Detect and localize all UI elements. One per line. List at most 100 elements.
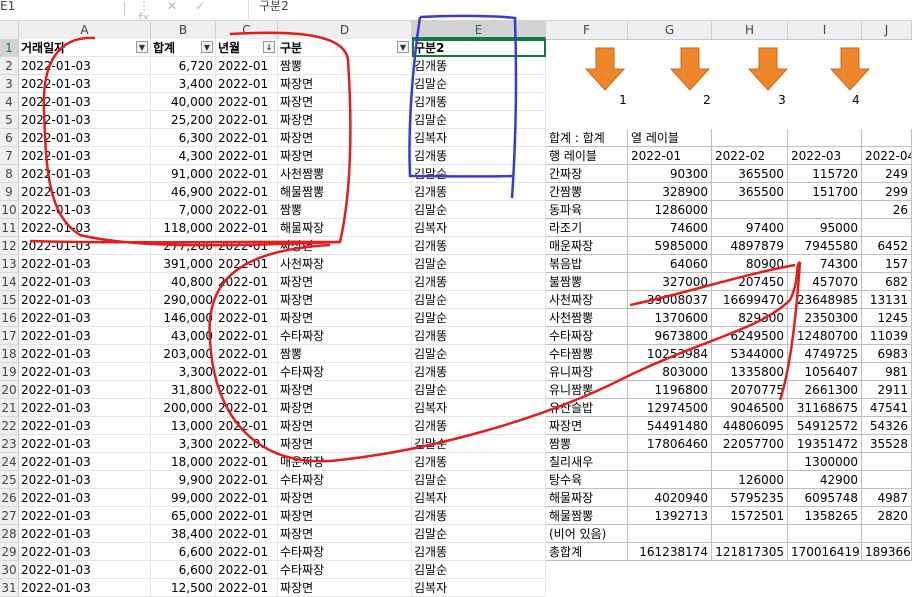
pivot-value[interactable]: 17806460 — [628, 435, 712, 453]
cell-d[interactable]: 수타짜장 — [278, 327, 412, 345]
cell-b[interactable]: 4,300 — [151, 147, 216, 165]
cell-c[interactable]: 2022-01 — [216, 75, 278, 93]
row-number[interactable]: 8 — [0, 165, 19, 183]
cell-d[interactable]: 짜장면 — [278, 111, 412, 129]
row-number[interactable]: 7 — [0, 147, 19, 165]
cell-e[interactable]: 김말순 — [412, 309, 546, 327]
cell-e[interactable]: 김개똥 — [412, 543, 546, 561]
cell-d[interactable]: 짜장면 — [278, 417, 412, 435]
pivot-grand-total-value[interactable]: 189366 — [862, 543, 912, 561]
cell-a[interactable]: 2022-01-03 — [19, 111, 151, 129]
cell-e[interactable]: 김개똥 — [412, 147, 546, 165]
cell-c[interactable]: 2022-01 — [216, 165, 278, 183]
row-number[interactable]: 29 — [0, 543, 19, 561]
cell-a[interactable]: 2022-01-03 — [19, 435, 151, 453]
pivot-value[interactable]: 7945580 — [788, 237, 862, 255]
cell-b[interactable]: 6,300 — [151, 129, 216, 147]
cell-b[interactable]: 18,000 — [151, 453, 216, 471]
cell-e[interactable]: 김말순 — [412, 345, 546, 363]
pivot-value[interactable]: 47541 — [862, 399, 912, 417]
cell-a[interactable]: 2022-01-03 — [19, 255, 151, 273]
cell-b[interactable]: 6,600 — [151, 561, 216, 579]
pivot-value[interactable]: 39008037 — [628, 291, 712, 309]
row-number[interactable]: 27 — [0, 507, 19, 525]
row-number[interactable]: 30 — [0, 561, 19, 579]
pivot-row-name[interactable]: 사천짜장 — [546, 291, 628, 309]
cell-b[interactable]: 7,000 — [151, 201, 216, 219]
cell-e[interactable]: 김말순 — [412, 435, 546, 453]
pivot-value[interactable]: 249 — [862, 165, 912, 183]
cell-b[interactable]: 12,500 — [151, 579, 216, 597]
pivot-value[interactable]: 4020940 — [628, 489, 712, 507]
pivot-value[interactable]: 365500 — [712, 183, 788, 201]
cell-d[interactable]: 매운짜장 — [278, 453, 412, 471]
pivot-value[interactable]: 64060 — [628, 255, 712, 273]
cell-b[interactable]: 6,600 — [151, 543, 216, 561]
pivot-value[interactable] — [628, 471, 712, 489]
pivot-row-name[interactable]: 불짬뽕 — [546, 273, 628, 291]
cell-c[interactable]: 2022-01 — [216, 201, 278, 219]
pivot-row-name[interactable]: 유니짬뽕 — [546, 381, 628, 399]
cell-a[interactable]: 2022-01-03 — [19, 579, 151, 597]
cell-c[interactable]: 2022-01 — [216, 543, 278, 561]
cell-e[interactable]: 김말순 — [412, 381, 546, 399]
insert-function-icon[interactable]: fx — [130, 12, 158, 19]
pivot-value[interactable]: 2661300 — [788, 381, 862, 399]
cell-c[interactable]: 2022-01 — [216, 111, 278, 129]
row-number[interactable]: 19 — [0, 363, 19, 381]
cell-d[interactable]: 사천짜장 — [278, 255, 412, 273]
select-all-corner[interactable] — [0, 21, 19, 39]
pivot-value[interactable]: 6452 — [862, 237, 912, 255]
cell-a[interactable]: 2022-01-03 — [19, 291, 151, 309]
pivot-row-name[interactable]: 칠리새우 — [546, 453, 628, 471]
pivot-empty-cell[interactable] — [788, 129, 862, 147]
cell-e[interactable]: 김말순 — [412, 255, 546, 273]
pivot-value[interactable] — [788, 201, 862, 219]
cell-d[interactable]: 짜장면 — [278, 237, 412, 255]
cell-c[interactable]: 2022-01 — [216, 309, 278, 327]
pivot-sum-label[interactable]: 합계 : 합계 — [546, 129, 628, 147]
cell-a[interactable]: 2022-01-03 — [19, 237, 151, 255]
cell-e[interactable]: 김말순 — [412, 201, 546, 219]
pivot-month-header[interactable]: 2022-01 — [628, 147, 712, 165]
pivot-value[interactable]: 1286000 — [628, 201, 712, 219]
cell-e[interactable]: 김말순 — [412, 291, 546, 309]
pivot-value[interactable]: 74600 — [628, 219, 712, 237]
cell-c[interactable]: 2022-01 — [216, 183, 278, 201]
pivot-value[interactable]: 54912572 — [788, 417, 862, 435]
pivot-value[interactable]: 97400 — [712, 219, 788, 237]
cell-a[interactable]: 2022-01-03 — [19, 507, 151, 525]
row-number[interactable]: 17 — [0, 327, 19, 345]
cell-c[interactable]: 2022-01 — [216, 57, 278, 75]
cell-c[interactable]: 2022-01 — [216, 381, 278, 399]
cell-a[interactable]: 2022-01-03 — [19, 399, 151, 417]
pivot-month-header[interactable]: 2022-02 — [712, 147, 788, 165]
cell-a[interactable]: 2022-01-03 — [19, 345, 151, 363]
cell-a[interactable]: 2022-01-03 — [19, 543, 151, 561]
pivot-row-name[interactable]: 탕수육 — [546, 471, 628, 489]
filter-dropdown-icon[interactable]: ▼ — [397, 41, 409, 53]
pivot-value[interactable]: 6095748 — [788, 489, 862, 507]
cell-b[interactable]: 277,200 — [151, 237, 216, 255]
cell-b[interactable]: 40,000 — [151, 93, 216, 111]
pivot-value[interactable] — [862, 525, 912, 543]
cell-c[interactable]: 2022-01 — [216, 525, 278, 543]
pivot-month-header[interactable]: 2022-04 — [862, 147, 912, 165]
pivot-row-name[interactable]: 짜장면 — [546, 417, 628, 435]
cell-a[interactable]: 2022-01-03 — [19, 219, 151, 237]
pivot-value[interactable]: 2350300 — [788, 309, 862, 327]
cell-b[interactable]: 43,000 — [151, 327, 216, 345]
cell-a[interactable]: 2022-01-03 — [19, 201, 151, 219]
row-number[interactable]: 24 — [0, 453, 19, 471]
pivot-value[interactable] — [712, 453, 788, 471]
cell-d[interactable]: 짜장면 — [278, 75, 412, 93]
pivot-value[interactable] — [712, 201, 788, 219]
pivot-value[interactable]: 16699470 — [712, 291, 788, 309]
header-cell-sum[interactable]: 합계 ▼ — [151, 39, 216, 57]
name-box[interactable]: E1 — [0, 0, 118, 19]
cell-c[interactable]: 2022-01 — [216, 345, 278, 363]
cell-a[interactable]: 2022-01-03 — [19, 327, 151, 345]
pivot-value[interactable]: 11039 — [862, 327, 912, 345]
cell-d[interactable]: 수타짜장 — [278, 363, 412, 381]
pivot-value[interactable]: 26 — [862, 201, 912, 219]
